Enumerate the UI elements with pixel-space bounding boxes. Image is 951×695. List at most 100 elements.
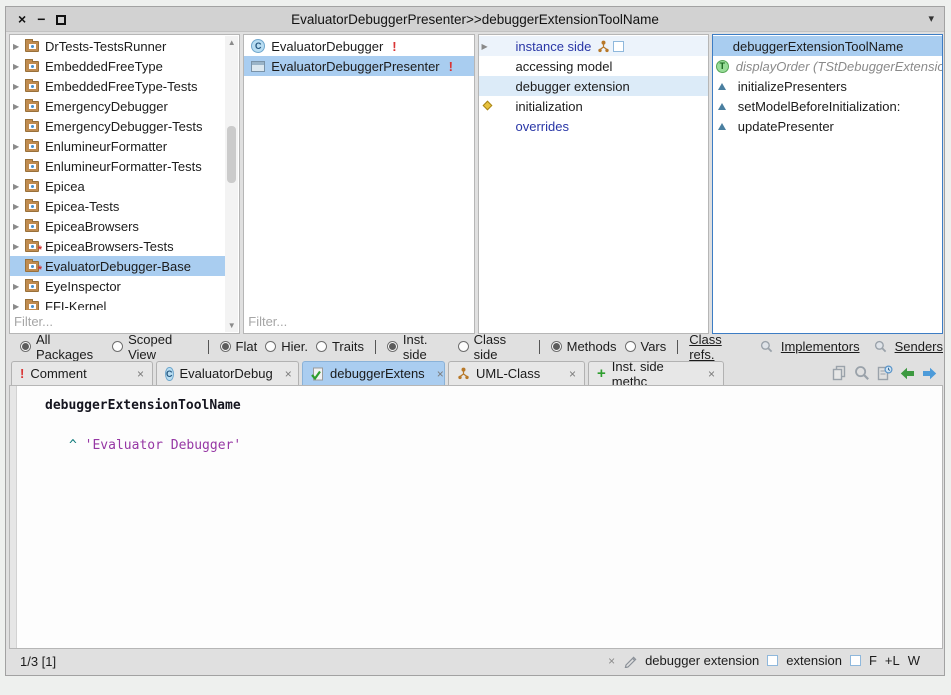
method-row-selected[interactable]: debuggerExtensionToolName [713, 36, 942, 56]
title-bar: × − EvaluatorDebuggerPresenter>>debugger… [6, 7, 944, 32]
tab-inst-side-methods[interactable]: +Inst. side methc× [588, 361, 724, 385]
method-label: setModelBeforeInitialization: [738, 99, 901, 114]
senders-link[interactable]: Senders [895, 339, 943, 354]
status-protocol-label: debugger extension [645, 653, 759, 668]
method-row[interactable]: setModelBeforeInitialization: [713, 96, 942, 116]
expand-icon[interactable]: ▶ [10, 102, 25, 111]
package-row[interactable]: ▶ DrTests-TestsRunner [10, 36, 225, 56]
method-page-icon [311, 367, 324, 381]
packages-filter-input[interactable] [14, 312, 223, 331]
package-icon-dirty: * [25, 261, 45, 272]
tab-close-icon[interactable]: × [569, 367, 576, 381]
protocol-label: initialization [516, 99, 583, 114]
expand-icon[interactable]: ▶ [479, 42, 494, 51]
package-label: DrTests-TestsRunner [45, 39, 166, 54]
package-row[interactable]: ▶EmbeddedFreeType [10, 56, 225, 76]
classes-filter-input[interactable] [248, 312, 469, 331]
expand-icon[interactable]: ▶ [10, 62, 25, 71]
expand-icon[interactable]: ▶ [10, 242, 25, 251]
package-label: EpiceaBrowsers [45, 219, 139, 234]
expand-icon[interactable]: ▶ [10, 302, 25, 311]
package-row[interactable]: ▶ EpiceaBrowsers [10, 216, 225, 236]
package-icon-dirty: * [25, 241, 45, 252]
editor-gutter [10, 386, 17, 648]
expand-icon[interactable]: ▶ [10, 42, 25, 51]
expand-icon[interactable]: ▶ [10, 282, 25, 291]
package-row[interactable]: EnlumineurFormatter-Tests [10, 156, 225, 176]
line-flag[interactable]: +L [885, 653, 900, 668]
method-return-line[interactable]: ^ 'Evaluator Debugger' [18, 436, 938, 456]
forward-arrow-icon[interactable] [922, 367, 937, 380]
protocol-row[interactable]: ▶instance side [479, 36, 708, 56]
packages-pane: ▶ DrTests-TestsRunner ▶EmbeddedFreeType ▶… [9, 34, 240, 334]
package-icon [25, 61, 45, 72]
method-selector-line[interactable]: debuggerExtensionToolName [18, 396, 938, 416]
package-row[interactable]: ▶Epicea-Tests [10, 196, 225, 216]
inst-side-radio[interactable]: Inst. side [387, 332, 450, 362]
format-flag[interactable]: F [869, 653, 877, 668]
implementors-link[interactable]: Implementors [781, 339, 860, 354]
scoped-view-radio[interactable]: Scoped View [112, 332, 197, 362]
status-close-icon[interactable]: × [608, 654, 615, 668]
tab-method-selected[interactable]: debuggerExtens× [302, 361, 445, 385]
tab-close-icon[interactable]: × [708, 367, 715, 381]
method-row[interactable]: TdisplayOrder (TStDebuggerExtension) [713, 56, 942, 76]
search-icon[interactable] [854, 365, 870, 381]
window-menu-icon[interactable]: ▾ [928, 7, 934, 32]
window-title: EvaluatorDebuggerPresenter>>debuggerExte… [6, 7, 944, 32]
flat-radio[interactable]: Flat [220, 339, 258, 354]
methods-radio[interactable]: Methods [551, 339, 617, 354]
expand-icon[interactable]: ▶ [10, 222, 25, 231]
scrollbar-thumb[interactable] [227, 126, 236, 183]
extension-checkbox[interactable] [613, 41, 624, 52]
tab-close-icon[interactable]: × [137, 367, 144, 381]
expand-icon[interactable]: ▶ [10, 82, 25, 91]
protocol-row[interactable]: initialization [479, 96, 708, 116]
uncommented-icon: ! [392, 39, 396, 54]
all-packages-radio[interactable]: All Packages [20, 332, 104, 362]
expand-icon[interactable]: ▶ [10, 142, 25, 151]
class-row-selected[interactable]: EvaluatorDebuggerPresenter! [244, 56, 473, 76]
tab-comment[interactable]: !Comment× [11, 361, 153, 385]
package-row[interactable]: ▶Epicea [10, 176, 225, 196]
tab-close-icon[interactable]: × [285, 367, 292, 381]
package-row[interactable]: EmergencyDebugger-Tests [10, 116, 225, 136]
protocol-checkbox[interactable] [767, 655, 778, 666]
tab-uml-class[interactable]: UML-Class× [448, 361, 585, 385]
copy-page-icon[interactable] [832, 365, 847, 381]
package-row[interactable]: ▶*EpiceaBrowsers-Tests [10, 236, 225, 256]
protocol-row[interactable]: overrides [479, 116, 708, 136]
package-row[interactable]: ▶ EnlumineurFormatter [10, 136, 225, 156]
expand-icon[interactable]: ▶ [10, 202, 25, 211]
protocols-pane: ▶instance side accessing model debugger … [478, 34, 709, 334]
class-row[interactable]: CEvaluatorDebugger! [244, 36, 473, 56]
vars-radio[interactable]: Vars [625, 339, 667, 354]
protocol-row[interactable]: accessing model [479, 56, 708, 76]
package-icon [25, 201, 45, 212]
package-row[interactable]: ▶EmbeddedFreeType-Tests [10, 76, 225, 96]
scroll-up-icon[interactable]: ▲ [225, 38, 238, 47]
method-row[interactable]: updatePresenter [713, 116, 942, 136]
class-refs-link[interactable]: Class refs. [689, 332, 746, 362]
tab-class[interactable]: CEvaluatorDebug× [156, 361, 299, 385]
protocol-row-selected[interactable]: debugger extension [479, 76, 708, 96]
class-label: EvaluatorDebugger [271, 39, 383, 54]
history-page-icon[interactable] [877, 365, 893, 381]
package-row[interactable]: ▶FFI-Kernel [10, 296, 225, 310]
package-row[interactable]: ▶EyeInspector [10, 276, 225, 296]
method-row[interactable]: initializePresenters [713, 76, 942, 96]
tab-close-icon[interactable]: × [437, 367, 444, 381]
expand-icon[interactable]: ▶ [10, 182, 25, 191]
package-row[interactable]: ▶EmergencyDebugger [10, 96, 225, 116]
traits-radio[interactable]: Traits [316, 339, 364, 354]
hier-radio[interactable]: Hier. [265, 339, 308, 354]
package-row-selected[interactable]: *EvaluatorDebugger-Base [10, 256, 225, 276]
back-arrow-icon[interactable] [900, 367, 915, 380]
code-editor[interactable]: debuggerExtensionToolName ^ 'Evaluator D… [9, 385, 943, 649]
package-label: EnlumineurFormatter [45, 139, 167, 154]
extension-checkbox[interactable] [850, 655, 861, 666]
scroll-down-icon[interactable]: ▼ [225, 321, 238, 330]
packages-scrollbar[interactable]: ▲ ▼ [225, 36, 238, 332]
wrap-flag[interactable]: W [908, 653, 920, 668]
class-side-radio[interactable]: Class side [458, 332, 528, 362]
